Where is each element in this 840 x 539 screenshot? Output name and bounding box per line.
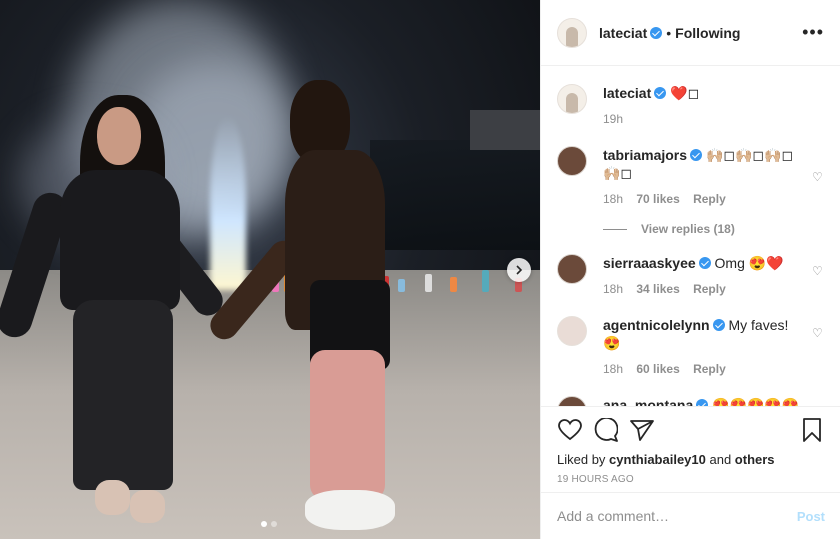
separator-dot: •	[666, 24, 672, 41]
commenter-avatar[interactable]	[557, 316, 587, 346]
comment-age: 18h	[603, 362, 624, 376]
comment-item: agentnicolelynn My faves!😍 18h 60 likes …	[557, 298, 824, 378]
verified-badge-icon	[654, 87, 667, 99]
caption-text: ❤️◻	[670, 85, 700, 101]
comment-text: Omg 😍❤️	[714, 255, 784, 271]
verified-badge-icon	[698, 257, 711, 269]
following-button[interactable]: Following	[675, 25, 740, 41]
comment-like-heart-icon[interactable]: ♡	[812, 326, 824, 340]
caption-username[interactable]: lateciat	[603, 85, 651, 101]
view-replies-button[interactable]: View replies (18)	[603, 222, 824, 236]
comment-age: 18h	[603, 282, 624, 296]
comment-item: sierraaaskyee Omg 😍❤️ 18h 34 likes Reply…	[557, 236, 824, 298]
comments-list[interactable]: lateciat ❤️◻ 19h tabriamajors 🙌🏼◻🙌🏼◻🙌🏼◻🙌…	[541, 66, 840, 406]
verified-badge-icon	[696, 399, 709, 406]
liked-by-summary: Liked by cynthiabailey10 and others	[557, 452, 825, 467]
author-username-text[interactable]: lateciat	[599, 25, 647, 41]
reply-button[interactable]: Reply	[693, 362, 726, 376]
commenter-avatar[interactable]	[557, 396, 587, 406]
comment-age: 18h	[603, 192, 624, 206]
author-username[interactable]: lateciat	[599, 25, 663, 41]
like-heart-icon[interactable]	[557, 417, 583, 443]
post-photo[interactable]	[0, 0, 540, 539]
comment-like-heart-icon[interactable]: ♡	[812, 170, 824, 184]
post-timestamp[interactable]: 19 HOURS AGO	[557, 474, 825, 485]
author-avatar[interactable]	[557, 17, 587, 48]
verified-badge-icon	[650, 26, 663, 39]
liked-by-user[interactable]: cynthiabailey10	[609, 452, 706, 467]
comment-username[interactable]: ana_montana	[603, 397, 693, 406]
comment-username[interactable]: sierraaaskyee	[603, 255, 696, 271]
reply-button[interactable]: Reply	[693, 192, 726, 206]
reply-button[interactable]: Reply	[693, 282, 726, 296]
comment-username[interactable]: agentnicolelynn	[603, 317, 710, 333]
chevron-right-icon	[516, 265, 523, 275]
liked-by-prefix: Liked by	[557, 452, 610, 467]
post-actions: Liked by cynthiabailey10 and others 19 H…	[541, 406, 840, 485]
replies-divider-line	[603, 228, 627, 230]
comment-likes[interactable]: 70 likes	[636, 192, 679, 206]
commenter-avatar[interactable]	[557, 254, 587, 284]
comment-text: 😍😍😍😍😍	[712, 397, 800, 406]
carousel-indicator	[261, 521, 277, 527]
share-paper-plane-icon[interactable]	[629, 417, 655, 443]
post-comment-button[interactable]: Post	[797, 509, 825, 524]
more-options-icon[interactable]: •••	[802, 22, 824, 43]
comment-item: ana_montana 😍😍😍😍😍 ♡	[557, 378, 824, 406]
add-comment-bar: Post	[541, 492, 840, 539]
verified-badge-icon	[690, 149, 703, 161]
comment-like-heart-icon[interactable]: ♡	[812, 264, 824, 278]
view-replies-label[interactable]: View replies (18)	[641, 222, 735, 236]
man-figure	[204, 80, 415, 539]
liked-by-others[interactable]: others	[735, 452, 775, 467]
save-bookmark-icon[interactable]	[799, 417, 825, 443]
carousel-dot-active	[261, 521, 267, 527]
verified-badge-icon	[712, 319, 725, 331]
carousel-next-button[interactable]	[507, 258, 531, 282]
caption: lateciat ❤️◻ 19h	[557, 66, 824, 128]
add-comment-input[interactable]	[557, 508, 777, 524]
instagram-post-modal: lateciat • Following ••• lateciat ❤️◻ 19…	[0, 0, 840, 539]
comment-item: tabriamajors 🙌🏼◻🙌🏼◻🙌🏼◻🙌🏼◻ 18h 70 likes R…	[557, 128, 824, 208]
comment-bubble-icon[interactable]	[593, 417, 619, 443]
comment-username[interactable]: tabriamajors	[603, 147, 687, 163]
author-avatar[interactable]	[557, 84, 587, 114]
post-header: lateciat • Following •••	[541, 0, 840, 66]
woman-figure	[0, 95, 229, 523]
post-side-panel: lateciat • Following ••• lateciat ❤️◻ 19…	[540, 0, 840, 539]
caption-age: 19h	[603, 112, 624, 126]
background-building	[470, 110, 540, 150]
commenter-avatar[interactable]	[557, 146, 587, 176]
comment-likes[interactable]: 60 likes	[636, 362, 679, 376]
liked-by-connector: and	[705, 452, 735, 467]
comment-likes[interactable]: 34 likes	[636, 282, 679, 296]
carousel-dot	[271, 521, 277, 527]
firework-fountain	[210, 115, 246, 290]
